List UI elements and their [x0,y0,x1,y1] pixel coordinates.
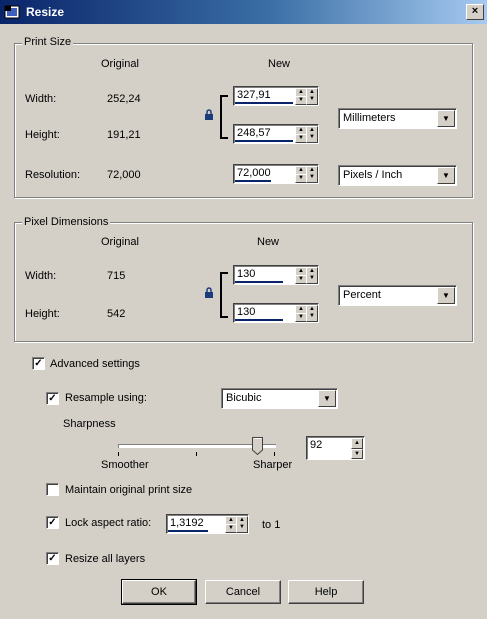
pixel-col-new: New [257,236,280,248]
resample-checkbox[interactable]: ✓ [46,392,59,405]
app-icon [4,5,20,19]
sharpness-slider-tick [274,452,275,456]
sharpness-input[interactable]: 92 ▲ ▼ [306,436,365,460]
pixel-width-label: Width: [25,270,57,282]
close-button[interactable]: × [466,4,484,20]
resample-method-select[interactable]: Bicubic ▼ [221,388,338,409]
resolution-input[interactable]: 72,000 ▲ ▼ ▲ ▼ [233,164,319,184]
sharpness-slider-thumb[interactable] [252,437,263,455]
print-height-original: 191,21 [107,129,141,141]
sharpness-label: Sharpness [63,418,116,430]
resample-label: Resample using: [65,392,147,404]
pixel-width-input[interactable]: 130 ▲ ▼ ▲ ▼ [233,265,319,285]
advanced-settings-label: Advanced settings [50,358,140,370]
print-resolution-original: 72,000 [107,169,141,181]
help-button[interactable]: Help [288,580,364,604]
sharpness-slider-tick [196,452,197,456]
print-width-original: 252,24 [107,93,141,105]
aspect-ratio-input[interactable]: 1,3192 ▲ ▼ ▲ ▼ [166,514,249,534]
lock-aspect-label: Lock aspect ratio: [65,517,152,529]
maintain-print-size-checkbox[interactable] [46,483,59,496]
lock-aspect-checkbox[interactable]: ✓ [46,516,59,529]
chevron-down-icon[interactable]: ▼ [437,110,455,127]
pixel-height-original: 542 [107,308,126,320]
maintain-print-size-label: Maintain original print size [65,484,193,496]
cancel-button[interactable]: Cancel [205,580,281,604]
print-width-input[interactable]: 327,91 ▲ ▼ ▲ ▼ [233,86,319,106]
pixel-height-input[interactable]: 130 ▲ ▼ ▲ ▼ [233,303,319,323]
print-size-title: Print Size [22,36,74,48]
print-col-new: New [268,58,291,70]
print-size-link-bracket [220,95,228,139]
window-title: Resize [26,5,65,19]
print-col-original: Original [101,58,139,70]
pixel-link-bracket [220,272,228,318]
resolution-units-select[interactable]: Pixels / Inch ▼ [338,165,457,186]
print-resolution-label: Resolution: [25,169,81,181]
print-units-select[interactable]: Millimeters ▼ [338,108,457,129]
advanced-settings-checkbox[interactable]: ✓ [32,357,45,370]
title-bar: Resize × [0,0,487,24]
chevron-down-icon[interactable]: ▼ [437,287,455,304]
resize-all-layers-label: Resize all layers [65,553,146,565]
aspect-to-one-label: to 1 [262,519,281,531]
print-width-label: Width: [25,93,57,105]
chevron-down-icon[interactable]: ▼ [437,167,455,184]
pixel-units-select[interactable]: Percent ▼ [338,285,457,306]
pixel-width-original: 715 [107,270,126,282]
chevron-down-icon[interactable]: ▼ [318,390,336,407]
lock-icon[interactable] [204,287,214,299]
ok-button[interactable]: OK [121,579,197,605]
pixel-dimensions-title: Pixel Dimensions [22,216,111,228]
pixel-height-label: Height: [25,308,60,320]
smoother-label: Smoother [101,459,149,471]
lock-icon[interactable] [204,109,214,121]
resize-all-layers-checkbox[interactable]: ✓ [46,552,59,565]
print-height-label: Height: [25,129,60,141]
sharper-label: Sharper [253,459,293,471]
print-height-input[interactable]: 248,57 ▲ ▼ ▲ ▼ [233,124,319,144]
pixel-col-original: Original [101,236,139,248]
sharpness-slider-tick [118,452,119,456]
